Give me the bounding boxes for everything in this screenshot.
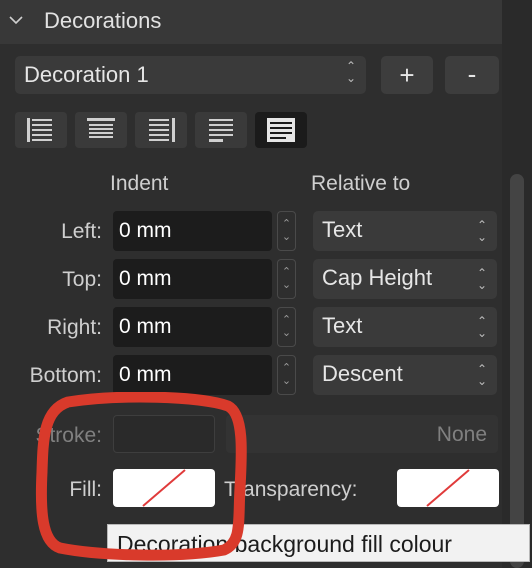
add-decoration-button[interactable]: + — [381, 56, 433, 94]
align-top-icon — [209, 119, 233, 142]
align-left-icon — [27, 118, 52, 142]
bottom-indent-field[interactable]: 0 mm — [113, 355, 272, 395]
indent-column-header: Indent — [110, 172, 169, 195]
select-arrows-icon: ⌃ ⌄ — [345, 59, 356, 85]
left-relative-value: Text — [322, 217, 363, 242]
annotation-highlight-icon — [35, 392, 247, 561]
right-indent-field[interactable]: 0 mm — [113, 307, 272, 347]
bottom-label: Bottom: — [29, 364, 102, 387]
top-indent-field[interactable]: 0 mm — [113, 259, 272, 299]
select-arrows-icon: ⌃ ⌄ — [476, 266, 487, 292]
top-relative-select[interactable]: Cap Height ⌃ ⌄ — [313, 259, 497, 299]
top-relative-value: Cap Height — [322, 265, 433, 290]
bottom-indent-stepper[interactable]: ⌃ ⌄ — [277, 355, 296, 395]
decoration-select-value: Decoration 1 — [24, 62, 149, 87]
stroke-value-field[interactable]: None — [226, 415, 498, 453]
right-indent-value: 0 mm — [119, 315, 172, 338]
align-right-button[interactable] — [135, 112, 187, 148]
left-indent-field[interactable]: 0 mm — [113, 211, 272, 251]
right-indent-stepper[interactable]: ⌃ ⌄ — [277, 307, 296, 347]
left-indent-stepper[interactable]: ⌃ ⌄ — [277, 211, 296, 251]
stroke-value: None — [436, 423, 487, 446]
right-relative-value: Text — [322, 313, 363, 338]
align-center-icon — [87, 118, 115, 138]
align-full-button[interactable] — [255, 112, 307, 148]
right-relative-select[interactable]: Text ⌃ ⌄ — [313, 307, 497, 347]
select-arrows-icon: ⌃ ⌄ — [476, 218, 487, 244]
relative-to-column-header: Relative to — [311, 172, 411, 195]
bottom-relative-value: Descent — [322, 361, 403, 386]
align-left-button[interactable] — [15, 112, 67, 148]
decoration-select[interactable]: Decoration 1 ⌃ ⌄ — [15, 56, 366, 94]
scrollbar[interactable] — [510, 174, 524, 568]
select-arrows-icon: ⌃ ⌄ — [476, 362, 487, 388]
left-relative-select[interactable]: Text ⌃ ⌄ — [313, 211, 497, 251]
top-indent-value: 0 mm — [119, 267, 172, 290]
top-label: Top: — [62, 268, 102, 291]
bottom-indent-value: 0 mm — [119, 363, 172, 386]
select-arrows-icon: ⌃ ⌄ — [476, 314, 487, 340]
align-top-button[interactable] — [195, 112, 247, 148]
align-right-icon — [149, 118, 175, 142]
transparency-swatch[interactable] — [397, 469, 499, 507]
top-indent-stepper[interactable]: ⌃ ⌄ — [277, 259, 296, 299]
align-full-icon — [267, 118, 295, 142]
chevron-down-icon[interactable] — [8, 12, 24, 28]
decorations-header[interactable]: Decorations — [0, 0, 502, 44]
left-label: Left: — [61, 220, 102, 243]
panel-title: Decorations — [44, 8, 162, 33]
remove-decoration-button[interactable]: - — [445, 56, 499, 94]
left-indent-value: 0 mm — [119, 219, 172, 242]
no-colour-slash-icon — [426, 469, 470, 507]
right-label: Right: — [47, 316, 102, 339]
bottom-relative-select[interactable]: Descent ⌃ ⌄ — [313, 355, 497, 395]
align-center-button[interactable] — [75, 112, 127, 148]
